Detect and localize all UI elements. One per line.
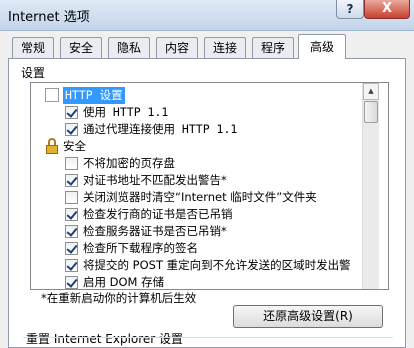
tab-connections[interactable]: 连接 — [204, 37, 246, 58]
tab-general[interactable]: 常规 — [12, 37, 54, 58]
tab-content[interactable]: 内容 — [156, 37, 198, 58]
list-item-label: 对证书地址不匹配发出警告* — [83, 173, 227, 187]
checkbox[interactable] — [65, 225, 78, 238]
tab-advanced[interactable]: 高级 — [298, 34, 346, 59]
list-item-label: 不将加密的页存盘 — [83, 156, 175, 170]
checkbox[interactable] — [65, 242, 78, 255]
list-item-label: 使用 HTTP 1.1 — [83, 105, 169, 119]
list-item-label: 启用 DOM 存储 — [83, 275, 165, 289]
close-button[interactable]: X — [364, 0, 410, 19]
checkbox[interactable] — [65, 123, 78, 136]
list-item-label: 关闭浏览器时清空“Internet 临时文件”文件夹 — [83, 190, 317, 204]
checkbox[interactable] — [65, 259, 78, 272]
restart-note: *在重新启动你的计算机后生效 — [41, 291, 197, 305]
tab-security[interactable]: 安全 — [60, 37, 102, 58]
checkbox[interactable] — [65, 157, 78, 170]
checkbox[interactable] — [65, 276, 78, 289]
checkbox[interactable] — [65, 174, 78, 187]
checkbox[interactable] — [65, 208, 78, 221]
list-item-label: 检查服务器证书是否已吊销* — [83, 224, 227, 238]
list-item-label: 通过代理连接使用 HTTP 1.1 — [83, 122, 238, 136]
checkbox[interactable] — [65, 106, 78, 119]
vertical-scrollbar[interactable]: ▲ — [362, 83, 379, 289]
list-item-label: 检查所下载程序的签名 — [83, 241, 198, 255]
list-item-label: 检查发行商的证书是否已吊销 — [83, 207, 233, 221]
tab-privacy[interactable]: 隐私 — [108, 37, 150, 58]
list-item-label: 将提交的 POST 重定向到不允许发送的区域时发出警 — [83, 258, 351, 272]
list-item-label: 安全 — [63, 139, 86, 153]
checkbox[interactable] — [65, 191, 78, 204]
restore-advanced-settings-button[interactable]: 还原高级设置(R) — [233, 305, 383, 328]
folder-icon — [45, 88, 59, 102]
settings-list[interactable]: HTTP 设置 使用 HTTP 1.1 通过代理连接使用 HTTP 1.1 安全… — [30, 82, 389, 290]
help-button[interactable]: ? — [336, 0, 364, 19]
tab-programs[interactable]: 程序 — [252, 37, 294, 58]
scroll-up-icon[interactable]: ▲ — [363, 83, 379, 100]
settings-group-label: 设置 — [21, 66, 46, 80]
reset-section-label: 重置 Internet Explorer 设置 — [26, 332, 184, 346]
list-item-label: HTTP 设置 — [63, 87, 125, 104]
section-divider — [23, 337, 393, 338]
lock-icon — [45, 138, 59, 154]
window-title: Internet 选项 — [8, 10, 90, 25]
scroll-thumb[interactable] — [364, 101, 378, 123]
